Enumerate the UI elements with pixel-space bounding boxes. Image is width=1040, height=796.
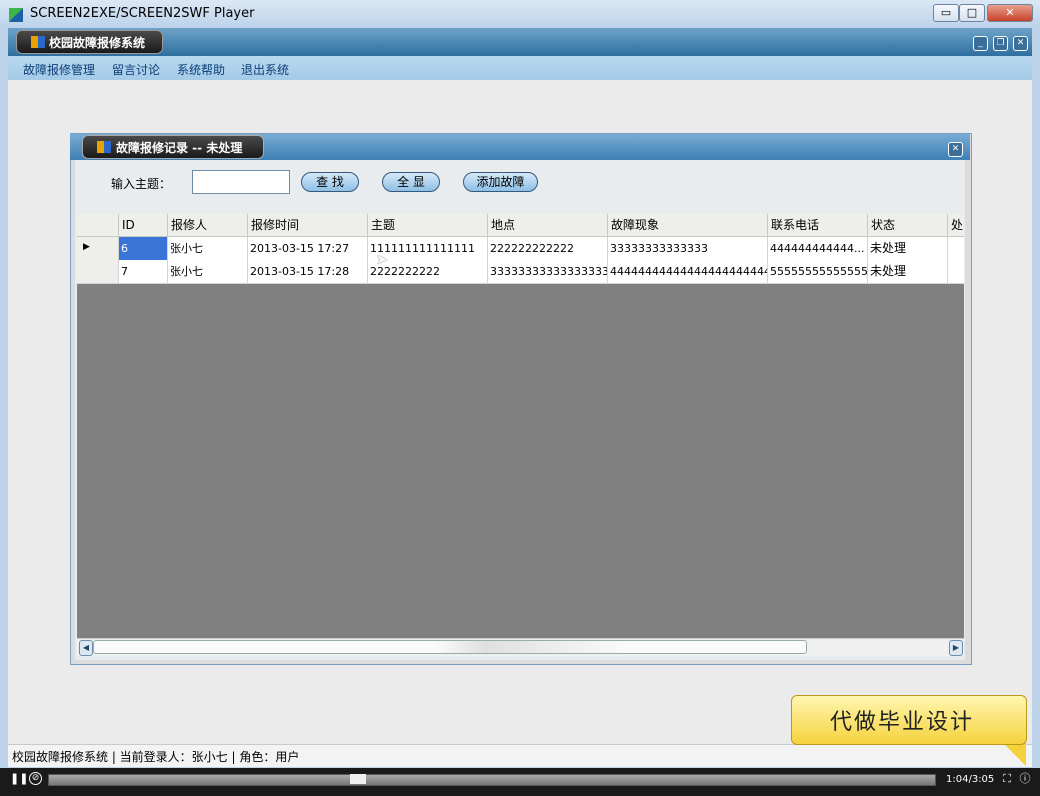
cell-report-time[interactable]: 2013-03-15 17:28 xyxy=(247,260,367,283)
menu-item-repair-management[interactable]: 故障报修管理 xyxy=(23,61,95,78)
row-selector[interactable] xyxy=(77,260,119,283)
minimize-icon: ▭ xyxy=(940,6,952,19)
cell-location[interactable]: 333333333333333333 xyxy=(487,260,607,283)
menu-item-exit[interactable]: 退出系统 xyxy=(241,61,289,78)
search-label: 输入主题： xyxy=(111,177,172,191)
cell-phone[interactable]: 555555555555555 xyxy=(767,260,867,283)
app-title-tab: 校园故障报修系统 xyxy=(16,30,163,54)
column-header-symptom[interactable]: 故障现象 xyxy=(607,214,767,236)
column-header-subject[interactable]: 主题 xyxy=(367,214,487,236)
pause-icon[interactable]: ❚❚ xyxy=(10,772,28,786)
app-form-icon xyxy=(31,36,45,48)
cell-id[interactable]: 6 xyxy=(118,237,167,260)
fullscreen-icon[interactable]: ⛶ xyxy=(1000,772,1014,786)
column-header-status[interactable]: 状态 xyxy=(867,214,947,236)
mouse-cursor-icon: ➤ xyxy=(376,252,388,268)
row-selector[interactable]: ▶ xyxy=(77,237,119,260)
stop-icon[interactable]: ⊘ xyxy=(29,772,42,785)
mdi-close-button[interactable]: ✕ xyxy=(1013,36,1028,51)
cell-symptom[interactable]: 444444444444444444444444 xyxy=(607,260,767,283)
menu-item-messages[interactable]: 留言讨论 xyxy=(112,61,160,78)
scroll-left-icon[interactable]: ◀ xyxy=(79,640,93,656)
window-title: SCREEN2EXE/SCREEN2SWF Player xyxy=(30,6,255,21)
child-close-button[interactable]: ✕ xyxy=(948,142,963,157)
cell-phone[interactable]: 444444444444... xyxy=(767,237,867,260)
column-header-id[interactable]: ID xyxy=(118,214,167,236)
progress-thumb[interactable] xyxy=(350,774,366,784)
cell-reporter[interactable]: 张小七 xyxy=(167,260,247,283)
info-icon[interactable]: ⓘ xyxy=(1018,772,1032,786)
child-window-title: 故障报修记录 -- 未处理 xyxy=(116,141,243,155)
status-text: 校园故障报修系统 | 当前登录人：张小七 | 角色：用户 xyxy=(12,750,300,764)
minimize-button[interactable]: ▭ xyxy=(933,4,959,22)
column-header-location[interactable]: 地点 xyxy=(487,214,607,236)
close-icon: ✕ xyxy=(1005,6,1015,19)
cell-reporter[interactable]: 张小七 xyxy=(167,237,247,260)
cell-report-time[interactable]: 2013-03-15 17:27 xyxy=(247,237,367,260)
column-header-reporter[interactable]: 报修人 xyxy=(167,214,247,236)
column-header-phone[interactable]: 联系电话 xyxy=(767,214,867,236)
table-row[interactable]: ▶ 6 张小七 2013-03-15 17:27 111111111111111… xyxy=(77,237,964,261)
table-row[interactable]: 7 张小七 2013-03-15 17:28 2222222222 333333… xyxy=(77,260,964,284)
child-window-title-tab: 故障报修记录 -- 未处理 xyxy=(82,135,264,159)
close-button[interactable]: ✕ xyxy=(987,4,1033,22)
maximize-icon: □ xyxy=(966,6,978,19)
subject-search-input[interactable] xyxy=(192,170,290,194)
app-title: 校园故障报修系统 xyxy=(49,36,146,50)
cell-handler[interactable] xyxy=(947,260,964,283)
form-icon xyxy=(97,141,111,153)
cell-symptom[interactable]: 33333333333333 xyxy=(607,237,767,260)
cell-id[interactable]: 7 xyxy=(118,260,167,283)
progress-bar[interactable] xyxy=(48,774,936,786)
cell-status[interactable]: 未处理 xyxy=(867,260,947,283)
app-logo-icon xyxy=(9,8,23,22)
column-header-report-time[interactable]: 报修时间 xyxy=(247,214,367,236)
callout-text: 代做毕业设计 xyxy=(830,710,975,735)
mdi-restore-button[interactable]: ❐ xyxy=(993,36,1008,51)
cell-handler[interactable] xyxy=(947,237,964,260)
scroll-right-icon[interactable]: ▶ xyxy=(949,640,963,656)
add-fault-button[interactable]: 添加故障 xyxy=(463,172,538,192)
menu-bar xyxy=(8,56,1032,80)
column-header-handler[interactable]: 处 xyxy=(947,214,964,236)
menu-item-help[interactable]: 系统帮助 xyxy=(177,61,225,78)
maximize-button[interactable]: □ xyxy=(959,4,985,22)
find-button[interactable]: 查 找 xyxy=(301,172,359,192)
scrollbar-thumb[interactable] xyxy=(93,640,807,654)
mdi-minimize-button[interactable]: _ xyxy=(973,36,988,51)
cell-status[interactable]: 未处理 xyxy=(867,237,947,260)
cell-location[interactable]: 222222222222 xyxy=(487,237,607,260)
time-display: 1:04/3:05 xyxy=(946,774,995,785)
show-all-button[interactable]: 全 显 xyxy=(382,172,440,192)
current-row-arrow-icon: ▶ xyxy=(83,242,90,252)
